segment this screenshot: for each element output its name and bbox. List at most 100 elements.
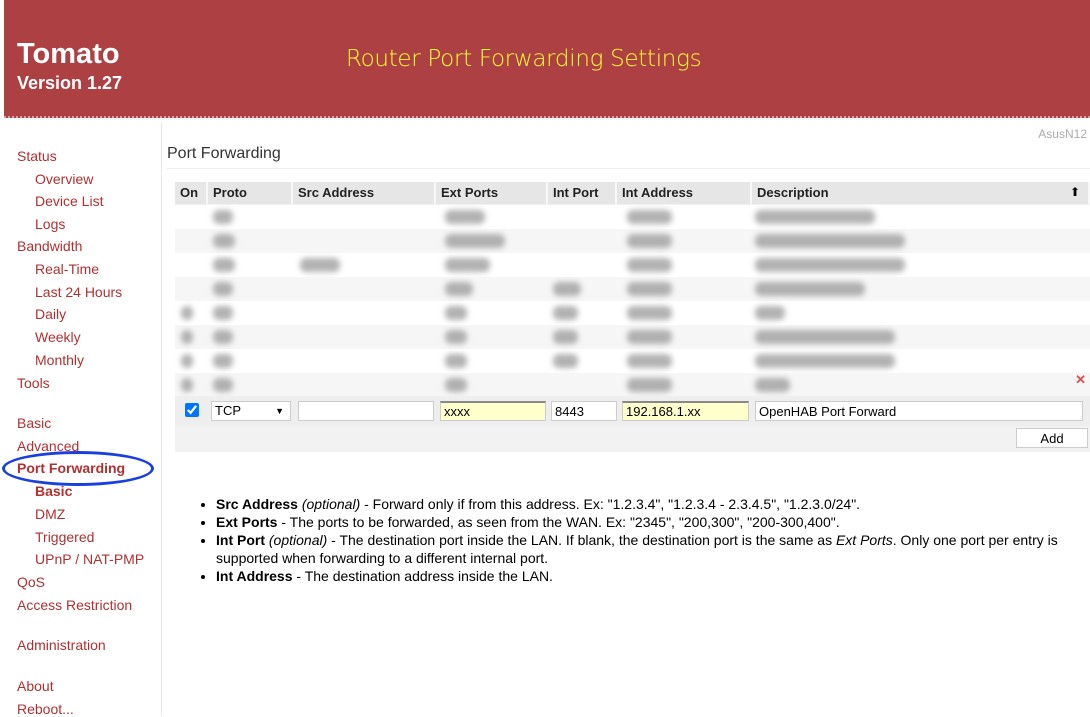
sidebar-item-tools[interactable]: Tools — [17, 375, 50, 391]
obscured-cell — [213, 234, 235, 248]
table-row[interactable] — [175, 373, 1090, 397]
column-header-ext-ports[interactable]: Ext Ports — [436, 182, 548, 204]
note-text: - The destination address inside the LAN… — [292, 568, 553, 584]
obscured-cell — [627, 282, 672, 296]
obscured-cell — [445, 354, 467, 368]
obscured-cell — [181, 306, 193, 320]
sidebar-item-basic[interactable]: Basic — [17, 415, 51, 431]
obscured-cell — [181, 378, 193, 392]
obscured-cell — [627, 234, 672, 248]
overlay-title: Router Port Forwarding Settings — [346, 46, 702, 72]
sidebar-item-last-24-hours[interactable]: Last 24 Hours — [35, 284, 122, 300]
int-address-input[interactable] — [622, 401, 749, 421]
column-header-on[interactable]: On — [175, 182, 208, 204]
note-term: Ext Ports — [216, 514, 278, 530]
brand-title: Tomato — [17, 38, 120, 70]
sidebar-item-qos[interactable]: QoS — [17, 574, 45, 590]
obscured-cell — [445, 258, 490, 272]
note-term: Int Port — [216, 532, 265, 548]
on-checkbox[interactable] — [185, 403, 199, 417]
obscured-cell — [755, 282, 865, 296]
int-port-input[interactable] — [551, 401, 617, 421]
help-note: Src Address (optional) - Forward only if… — [216, 495, 1090, 513]
obscured-cell — [213, 354, 233, 368]
obscured-cell — [213, 330, 233, 344]
table-row[interactable] — [175, 229, 1090, 253]
obscured-cell — [445, 330, 467, 344]
obscured-cell — [627, 210, 672, 224]
obscured-cell — [755, 306, 785, 320]
sidebar-item-monthly[interactable]: Monthly — [35, 352, 84, 368]
column-header-int-port[interactable]: Int Port — [548, 182, 617, 204]
obscured-cell — [627, 306, 672, 320]
router-name: AsusN12 — [1038, 127, 1087, 141]
sidebar-item-bandwidth[interactable]: Bandwidth — [17, 238, 82, 254]
note-text: - The ports to be forwarded, as seen fro… — [277, 514, 840, 530]
column-header-proto[interactable]: Proto — [208, 182, 293, 204]
sidebar-item-logs[interactable]: Logs — [35, 216, 65, 232]
x-icon[interactable]: ✕ — [1075, 372, 1086, 388]
obscured-cell — [213, 210, 233, 224]
description-input[interactable] — [755, 401, 1083, 421]
help-note: Int Address - The destination address in… — [216, 567, 1090, 585]
sidebar-item-overview[interactable]: Overview — [35, 171, 93, 187]
src-address-input[interactable] — [298, 401, 434, 421]
divider — [167, 168, 1090, 169]
obscured-cell — [213, 378, 233, 392]
arrow-up-icon[interactable]: ⬆ — [1070, 185, 1080, 199]
obscured-cell — [755, 210, 875, 224]
sidebar-item-about[interactable]: About — [17, 678, 54, 694]
table-row[interactable] — [175, 301, 1090, 325]
obscured-cell — [755, 234, 905, 248]
sidebar-item-administration[interactable]: Administration — [17, 637, 106, 653]
column-header-description[interactable]: Description — [752, 182, 1090, 204]
obscured-cell — [445, 378, 467, 392]
version-label: Version 1.27 — [17, 73, 123, 93]
obscured-cell — [755, 330, 895, 344]
obscured-cell — [445, 210, 485, 224]
sidebar-item-triggered[interactable]: Triggered — [35, 529, 94, 545]
column-header-int-address[interactable]: Int Address — [617, 182, 752, 204]
obscured-cell — [181, 354, 193, 368]
table-row[interactable] — [175, 277, 1090, 301]
help-note: Ext Ports - The ports to be forwarded, a… — [216, 513, 1090, 531]
proto-value: TCP — [215, 403, 241, 418]
obscured-cell — [627, 258, 672, 272]
obscured-cell — [181, 330, 193, 344]
table-row[interactable] — [175, 325, 1090, 349]
obscured-cell — [553, 282, 581, 296]
sidebar-item-real-time[interactable]: Real-Time — [35, 261, 99, 277]
help-note: Int Port (optional) - The destination po… — [216, 531, 1090, 567]
port-forward-table: On Proto Src Address Ext Ports Int Port Int A… — [175, 182, 1090, 452]
obscured-cell — [627, 330, 672, 344]
obscured-cell — [213, 258, 235, 272]
sidebar-item-reboot[interactable]: Reboot... — [17, 701, 74, 717]
sidebar-item-device-list[interactable]: Device List — [35, 193, 103, 209]
sidebar-item-weekly[interactable]: Weekly — [35, 329, 81, 345]
table-row[interactable] — [175, 205, 1090, 229]
table-row[interactable] — [175, 349, 1090, 373]
obscured-cell — [445, 306, 467, 320]
obscured-cell — [213, 306, 233, 320]
table-row[interactable] — [175, 253, 1090, 277]
note-term: Int Address — [216, 568, 293, 584]
sidebar-item-dmz[interactable]: DMZ — [35, 506, 65, 522]
sidebar-item-daily[interactable]: Daily — [35, 306, 66, 322]
sidebar-item-status[interactable]: Status — [17, 148, 57, 164]
sidebar-item-upnp-nat-pmp[interactable]: UPnP / NAT-PMP — [35, 551, 144, 567]
obscured-cell — [755, 378, 790, 392]
obscured-cell — [213, 282, 233, 296]
proto-select[interactable]: TCP ▼ — [211, 401, 291, 421]
page-title: Port Forwarding — [167, 145, 281, 162]
obscured-cell — [445, 234, 505, 248]
note-optional: (optional) — [301, 496, 361, 512]
column-header-src-address[interactable]: Src Address — [293, 182, 436, 204]
obscured-cell — [627, 378, 672, 392]
ext-ports-input[interactable] — [440, 401, 546, 421]
add-button[interactable]: Add — [1016, 428, 1088, 448]
sidebar-item-access-restriction[interactable]: Access Restriction — [17, 597, 132, 613]
obscured-cell — [553, 330, 578, 344]
chevron-down-icon: ▼ — [275, 406, 284, 416]
note-text: - Forward only if from this address. Ex:… — [360, 496, 861, 512]
header: Tomato Version 1.27 Router Port Forwardi… — [4, 0, 1090, 118]
